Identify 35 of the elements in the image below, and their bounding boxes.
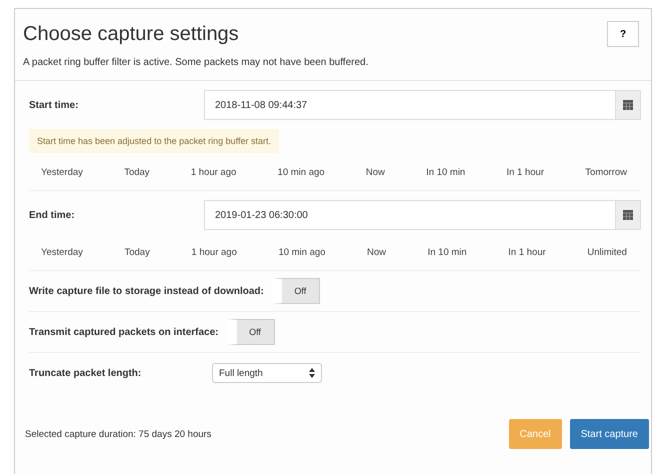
field-label: Transmit captured packets on interface: xyxy=(29,326,219,338)
time-shortcut-link[interactable]: In 10 min xyxy=(426,167,466,178)
time-shortcut-link[interactable]: Today xyxy=(124,167,150,178)
updown-icon xyxy=(309,368,315,378)
calendar-icon[interactable] xyxy=(615,201,640,229)
time-shortcut-link[interactable]: 10 min ago xyxy=(278,167,325,178)
toggle-switch[interactable]: Off xyxy=(226,319,275,345)
time-shortcut-link[interactable]: Now xyxy=(367,247,386,258)
time-shortcut-link[interactable]: In 1 hour xyxy=(508,247,546,258)
start-capture-button[interactable]: Start capture xyxy=(570,419,649,449)
time-shortcut-link[interactable]: In 10 min xyxy=(428,247,467,258)
time-shortcut-link[interactable]: 10 min ago xyxy=(278,247,326,258)
field-label: Truncate packet length: xyxy=(29,368,142,378)
time-shortcut-link[interactable]: Today xyxy=(124,247,150,258)
help-button[interactable]: ? xyxy=(607,21,639,47)
time-shortcut-link[interactable]: Now xyxy=(366,167,385,178)
date-time-field[interactable]: 2018-11-08 09:44:37 xyxy=(204,90,641,120)
time-shortcut-link[interactable]: Yesterday xyxy=(41,167,83,178)
time-shortcut-link[interactable]: Unlimited xyxy=(587,247,627,258)
dialog-title: Choose capture settings xyxy=(23,22,239,46)
warning-message: Start time has been adjusted to the packet ring buffer start. xyxy=(29,129,279,153)
time-shortcut-link[interactable]: Tomorrow xyxy=(585,167,627,178)
duration-text: Selected capture duration: 75 days 20 hours xyxy=(25,428,212,440)
notice-text: A packet ring buffer filter is active. Some packets may not have been buffered. xyxy=(15,47,651,81)
field-label: End time: xyxy=(29,210,76,220)
time-shortcut-link[interactable]: In 1 hour xyxy=(506,167,544,178)
calendar-icon[interactable] xyxy=(615,91,640,119)
date-time-field[interactable]: 2019-01-23 06:30:00 xyxy=(204,200,641,230)
toggle-switch[interactable]: Off xyxy=(272,278,320,304)
time-shortcut-link[interactable]: 1 hour ago xyxy=(190,167,236,178)
time-shortcut-link[interactable]: Yesterday xyxy=(41,247,83,258)
truncate-select[interactable]: Full length xyxy=(212,363,322,383)
field-label: Start time: xyxy=(29,100,80,110)
time-shortcut-link[interactable]: 1 hour ago xyxy=(191,247,237,258)
field-label: Write capture file to storage instead of download: xyxy=(29,286,264,296)
